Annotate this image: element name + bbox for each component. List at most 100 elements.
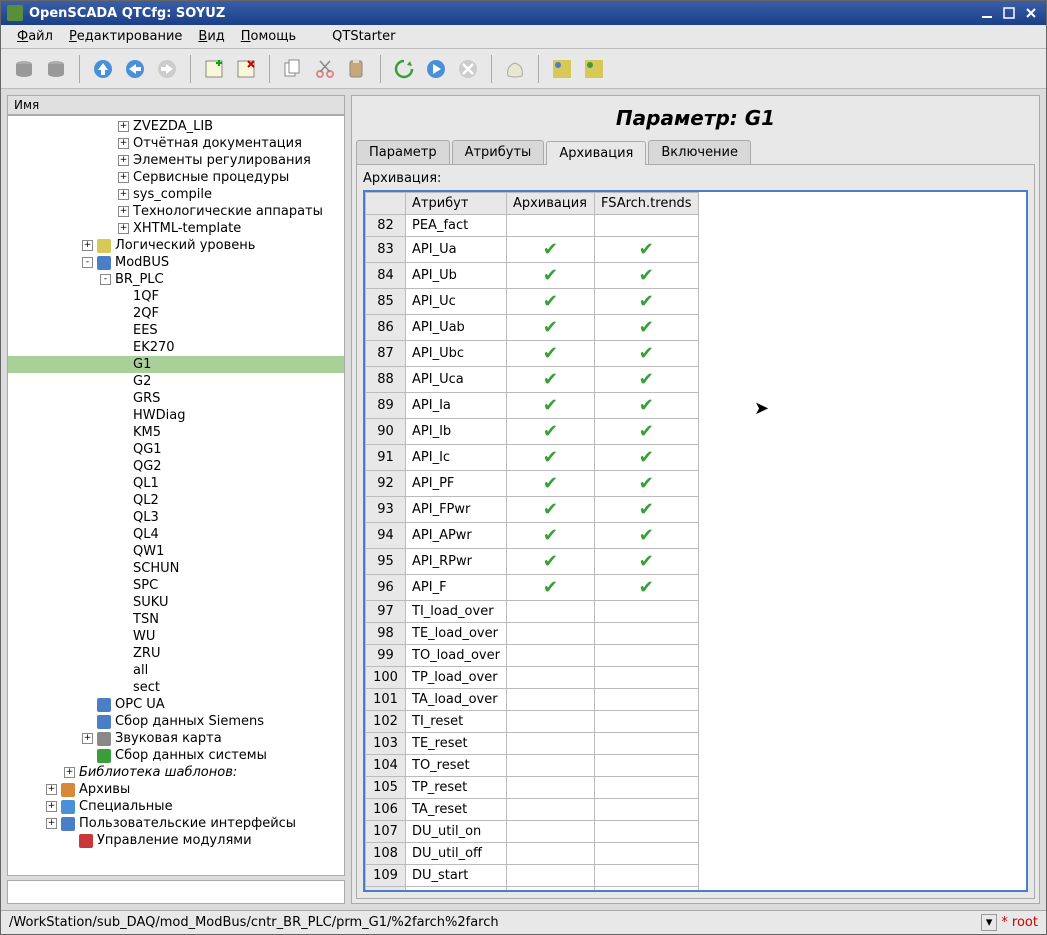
archive-cell[interactable]: ✔ (506, 549, 594, 575)
table-row[interactable]: 102TI_reset (366, 711, 699, 733)
fsarch-cell[interactable] (594, 799, 698, 821)
table-row[interactable]: 105TP_reset (366, 777, 699, 799)
tree-view[interactable]: +ZVEZDA_LIB+Отчётная документация+Элемен… (7, 115, 345, 876)
tree-item[interactable]: QG2 (8, 458, 344, 475)
tree-item[interactable]: WU (8, 628, 344, 645)
expand-icon[interactable]: + (118, 155, 129, 166)
fsarch-cell[interactable] (594, 601, 698, 623)
fsarch-cell[interactable] (594, 711, 698, 733)
fsarch-cell[interactable] (594, 667, 698, 689)
fsarch-cell[interactable] (594, 623, 698, 645)
archive-cell[interactable] (506, 215, 594, 237)
attr-cell[interactable]: API_Ub (406, 263, 507, 289)
attr-cell[interactable]: API_RPwr (406, 549, 507, 575)
expand-icon[interactable]: - (82, 257, 93, 268)
tree-item[interactable]: G1 (8, 356, 344, 373)
archive-cell[interactable]: ✔ (506, 497, 594, 523)
attr-cell[interactable]: API_Ic (406, 445, 507, 471)
tab-1[interactable]: Атрибуты (452, 140, 545, 164)
attr-cell[interactable]: API_Ib (406, 419, 507, 445)
tree-item[interactable]: OPC UA (8, 696, 344, 713)
expand-icon[interactable]: - (100, 274, 111, 285)
item-del-button[interactable] (231, 54, 261, 84)
tree-item[interactable]: +Архивы (8, 781, 344, 798)
attr-cell[interactable]: TI_reset (406, 711, 507, 733)
archive-cell[interactable]: ✔ (506, 419, 594, 445)
fsarch-cell[interactable]: ✔ (594, 575, 698, 601)
nav-forward-button[interactable] (152, 54, 182, 84)
fsarch-cell[interactable] (594, 821, 698, 843)
attr-cell[interactable]: API_PF (406, 471, 507, 497)
attr-cell[interactable]: API_Uc (406, 289, 507, 315)
table-row[interactable]: 106TA_reset (366, 799, 699, 821)
tree-item[interactable]: QL1 (8, 475, 344, 492)
attr-cell[interactable]: API_Uca (406, 367, 507, 393)
tree-item[interactable]: QW1 (8, 543, 344, 560)
archive-cell[interactable]: ✔ (506, 523, 594, 549)
archive-cell[interactable] (506, 645, 594, 667)
tree-item[interactable]: Сбор данных Siemens (8, 713, 344, 730)
fsarch-cell[interactable] (594, 755, 698, 777)
tab-3[interactable]: Включение (648, 140, 751, 164)
menu-помощь[interactable]: Помощь (233, 27, 304, 46)
table-row[interactable]: 104TO_reset (366, 755, 699, 777)
fsarch-cell[interactable] (594, 733, 698, 755)
table-row[interactable]: 103TE_reset (366, 733, 699, 755)
tab-2[interactable]: Архивация (546, 141, 646, 165)
table-row[interactable]: 97TI_load_over (366, 601, 699, 623)
archive-cell[interactable] (506, 667, 594, 689)
address-input[interactable] (7, 880, 345, 904)
tree-item[interactable]: TSN (8, 611, 344, 628)
expand-icon[interactable]: + (64, 767, 75, 778)
attr-cell[interactable]: TO_load_over (406, 645, 507, 667)
col-header[interactable] (366, 193, 406, 215)
archive-cell[interactable]: ✔ (506, 263, 594, 289)
fsarch-cell[interactable]: ✔ (594, 237, 698, 263)
tree-item[interactable]: +Отчётная документация (8, 135, 344, 152)
archive-cell[interactable]: ✔ (506, 341, 594, 367)
archive-cell[interactable]: ✔ (506, 393, 594, 419)
expand-icon[interactable]: + (82, 240, 93, 251)
help-button[interactable] (500, 54, 530, 84)
db-load-button[interactable] (9, 54, 39, 84)
tree-item[interactable]: +Специальные (8, 798, 344, 815)
tree-item[interactable]: Управление модулями (8, 832, 344, 849)
start-button[interactable] (421, 54, 451, 84)
archive-table[interactable]: АтрибутАрхивацияFSArch.trends82PEA_fact8… (363, 190, 1028, 892)
menu-файл[interactable]: Файл (9, 27, 61, 46)
fsarch-cell[interactable]: ✔ (594, 523, 698, 549)
fsarch-cell[interactable]: ✔ (594, 445, 698, 471)
attr-cell[interactable]: TO_reset (406, 755, 507, 777)
tree-item[interactable]: +Сервисные процедуры (8, 169, 344, 186)
archive-cell[interactable]: ✔ (506, 471, 594, 497)
attr-cell[interactable]: API_Ia (406, 393, 507, 419)
tree-item[interactable]: EK270 (8, 339, 344, 356)
cut-button[interactable] (310, 54, 340, 84)
archive-cell[interactable] (506, 689, 594, 711)
tree-item[interactable]: EES (8, 322, 344, 339)
tree-item[interactable]: +Логический уровень (8, 237, 344, 254)
table-row[interactable]: 94API_APwr✔✔ (366, 523, 699, 549)
nav-back-button[interactable] (120, 54, 150, 84)
tree-item[interactable]: +Технологические аппараты (8, 203, 344, 220)
tree-item[interactable]: +Элементы регулирования (8, 152, 344, 169)
tree-item[interactable]: 1QF (8, 288, 344, 305)
table-row[interactable]: 95API_RPwr✔✔ (366, 549, 699, 575)
attr-cell[interactable]: PEA_fact (406, 215, 507, 237)
tree-item[interactable]: QL2 (8, 492, 344, 509)
archive-cell[interactable] (506, 755, 594, 777)
tree-item[interactable]: GRS (8, 390, 344, 407)
fsarch-cell[interactable] (594, 777, 698, 799)
expand-icon[interactable]: + (82, 733, 93, 744)
attr-cell[interactable]: DU_util_off (406, 843, 507, 865)
attr-cell[interactable]: DU_util_on (406, 821, 507, 843)
fsarch-cell[interactable] (594, 843, 698, 865)
refresh-button[interactable] (389, 54, 419, 84)
table-row[interactable]: 92API_PF✔✔ (366, 471, 699, 497)
expand-icon[interactable]: + (118, 223, 129, 234)
expand-icon[interactable]: + (46, 784, 57, 795)
archive-cell[interactable]: ✔ (506, 237, 594, 263)
archive-cell[interactable]: ✔ (506, 445, 594, 471)
tree-item[interactable]: QL4 (8, 526, 344, 543)
table-row[interactable]: 82PEA_fact (366, 215, 699, 237)
